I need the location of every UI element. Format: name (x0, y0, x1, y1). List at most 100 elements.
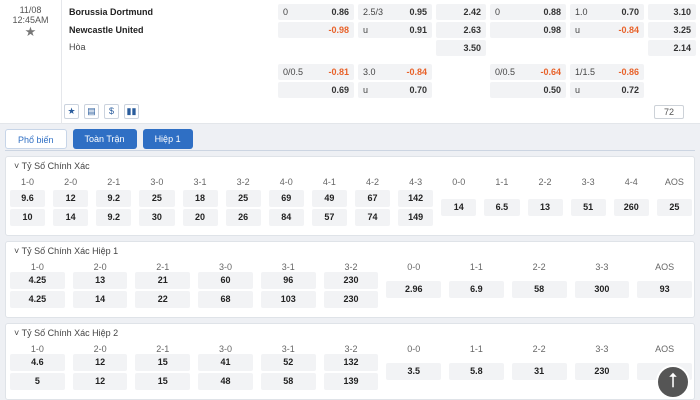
odds-cell[interactable]: 25 (139, 190, 175, 207)
odds-cell[interactable]: 30 (139, 209, 175, 226)
score-header: 2-2 (532, 262, 546, 272)
star-icon[interactable]: ★ (64, 104, 79, 119)
section-title[interactable]: ˅ Tỷ Số Chính Xác (14, 161, 90, 171)
list-icon[interactable]: ▤ (84, 104, 99, 119)
odds-cell[interactable]: 2.96 (386, 281, 442, 298)
odds-cell[interactable]: 103 (260, 291, 316, 308)
odds-cell[interactable]: 1.0 0.70 (570, 4, 644, 20)
odds-cell[interactable]: 132 (323, 354, 379, 371)
odds-cell[interactable]: 69 (268, 190, 304, 207)
odds-cell[interactable]: 0.69 (278, 82, 354, 98)
odds-cell[interactable]: 57 (311, 209, 347, 226)
odds-cell[interactable]: 6.5 (484, 199, 520, 216)
odds-cell[interactable]: 230 (323, 272, 379, 289)
tab-full-match[interactable]: Toàn Trận (72, 129, 137, 149)
odds-cell[interactable]: 15 (135, 354, 191, 371)
odds-cell[interactable]: u 0.70 (358, 82, 432, 98)
odds-cell[interactable]: 1/1.5 -0.86 (570, 64, 644, 80)
odds-cell[interactable]: 67 (355, 190, 391, 207)
odds-cell[interactable]: 14 (53, 209, 89, 226)
odds-cell[interactable]: 18 (182, 190, 218, 207)
odds-cell[interactable]: 4.25 (10, 291, 65, 308)
score-header: 2-1 (156, 262, 170, 272)
odds-cell[interactable]: 21 (135, 272, 191, 289)
odds-cell[interactable]: u 0.72 (570, 82, 644, 98)
odds-cell[interactable]: 22 (135, 291, 191, 308)
odds-cell[interactable]: 58 (260, 373, 316, 390)
odds-cell[interactable]: 300 (574, 281, 630, 298)
odds-cell[interactable]: 60 (198, 272, 253, 289)
odds-cell[interactable]: 4.25 (10, 272, 65, 289)
odds-cell[interactable]: 0/0.5 -0.64 (490, 64, 566, 80)
odds-cell[interactable]: 13 (527, 199, 563, 216)
odds-cell[interactable]: 9.2 (96, 190, 132, 207)
odds-cell[interactable]: 13 (72, 272, 128, 289)
odds-cell[interactable]: 149 (398, 209, 434, 226)
odds-cell[interactable]: 260 (613, 199, 649, 216)
odds-cell[interactable]: 2.42 (436, 4, 486, 20)
odds-cell[interactable]: 51 (570, 199, 606, 216)
odds-cell[interactable]: 4.6 (10, 354, 65, 371)
odds-cell[interactable]: 3.25 (648, 22, 696, 38)
score-header: 4-4 (624, 177, 638, 187)
odds-cell[interactable]: 5.8 (449, 363, 504, 380)
odds-cell[interactable]: 9.2 (96, 209, 132, 226)
score-header: 1-1 (469, 262, 483, 272)
odds-cell[interactable]: 52 (260, 354, 316, 371)
odds-cell[interactable]: 3.10 (648, 4, 696, 20)
tab-half-1[interactable]: Hiệp 1 (142, 129, 193, 149)
chart-icon[interactable]: ▮▮ (124, 104, 139, 119)
odds-cell[interactable]: 14 (72, 291, 128, 308)
odds-cell[interactable]: 2.63 (436, 22, 486, 38)
tab-popular[interactable]: Phổ biến (5, 129, 67, 149)
odds-cell[interactable]: 96 (260, 272, 316, 289)
odds-cell[interactable]: 2.14 (648, 40, 696, 56)
section-title[interactable]: ˅ Tỷ Số Chính Xác Hiệp 1 (14, 246, 118, 256)
scroll-top-button[interactable]: ⭡ (656, 365, 690, 399)
odds-cell[interactable]: u -0.84 (570, 22, 644, 38)
odds-cell[interactable]: 12 (72, 354, 128, 371)
odds-cell[interactable]: 15 (135, 373, 191, 390)
odds-cell[interactable]: 20 (182, 209, 218, 226)
odds-cell[interactable]: 3.0 -0.84 (358, 64, 432, 80)
odds-cell[interactable]: 9.6 (10, 190, 46, 207)
odds-cell[interactable]: 0 0.86 (278, 4, 354, 20)
market-count[interactable]: 72 (654, 105, 684, 119)
odds-cell[interactable]: 74 (355, 209, 391, 226)
odds-cell[interactable]: 0.98 (490, 22, 566, 38)
odds-cell[interactable]: 230 (323, 291, 379, 308)
odds-cell[interactable]: 12 (72, 373, 128, 390)
odds-cell[interactable]: 26 (225, 209, 261, 226)
odds-cell[interactable]: 3.5 (386, 363, 442, 380)
odds-cell[interactable]: 0/0.5 -0.81 (278, 64, 354, 80)
odds-value: 0.88 (543, 7, 561, 17)
odds-cell[interactable]: 12 (53, 190, 89, 207)
odds-cell[interactable]: 5 (10, 373, 65, 390)
odds-cell[interactable]: 139 (323, 373, 379, 390)
odds-cell[interactable]: 3.50 (436, 40, 486, 56)
odds-cell[interactable]: 14 (441, 199, 477, 216)
section-title[interactable]: ˅ Tỷ Số Chính Xác Hiệp 2 (14, 328, 118, 338)
odds-cell[interactable]: 0.50 (490, 82, 566, 98)
odds-cell[interactable]: 58 (511, 281, 567, 298)
odds-cell[interactable]: 25 (656, 199, 692, 216)
dollar-icon[interactable]: $ (104, 104, 119, 119)
odds-cell[interactable]: 84 (268, 209, 304, 226)
odds-cell[interactable]: 6.9 (449, 281, 504, 298)
odds-cell[interactable]: 48 (198, 373, 253, 390)
odds-cell[interactable]: 31 (511, 363, 567, 380)
odds-cell[interactable]: 93 (637, 281, 692, 298)
odds-cell[interactable]: 68 (198, 291, 253, 308)
odds-cell[interactable]: 25 (225, 190, 261, 207)
odds-cell[interactable]: 0 0.88 (490, 4, 566, 20)
odds-cell[interactable]: 2.5/3 0.95 (358, 4, 432, 20)
odds-cell[interactable]: 230 (574, 363, 630, 380)
odds-cell[interactable]: u 0.91 (358, 22, 432, 38)
odds-cell[interactable]: -0.98 (278, 22, 354, 38)
odds-cell[interactable]: 41 (198, 354, 253, 371)
star-icon[interactable]: ★ (0, 25, 61, 38)
odds-cell[interactable]: 49 (311, 190, 347, 207)
score-header: 0-0 (452, 177, 466, 187)
odds-cell[interactable]: 142 (398, 190, 434, 207)
odds-cell[interactable]: 10 (10, 209, 46, 226)
